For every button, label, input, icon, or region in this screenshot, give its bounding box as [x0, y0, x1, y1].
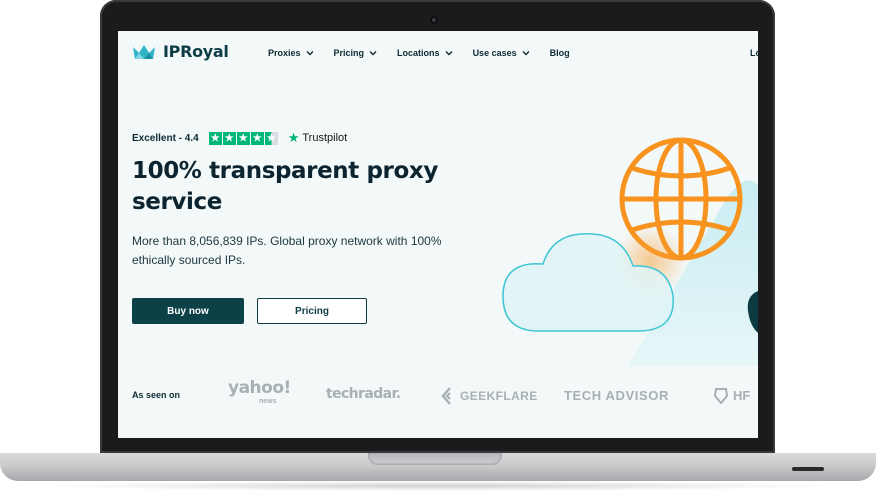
menu-item-label: Pricing	[333, 48, 365, 58]
hf-shield-icon	[713, 388, 729, 405]
crown-icon	[133, 44, 155, 59]
brand-logo[interactable]: IPRoyal	[132, 42, 229, 61]
chevron-down-icon	[306, 51, 314, 56]
laptop-indicator-slot	[792, 467, 824, 471]
brand-name: IPRoyal	[163, 42, 229, 61]
chevron-down-icon	[369, 51, 377, 56]
half-star-icon: ★	[264, 131, 278, 145]
menu-item-label: Blog	[549, 48, 570, 58]
webcam	[430, 16, 438, 24]
hero-subtext: More than 8,056,839 IPs. Global proxy ne…	[132, 234, 442, 267]
yahoo-news-sublabel: news	[259, 398, 277, 405]
login-link[interactable]: Lo	[750, 48, 758, 58]
trustpilot-logo: ★ Trustpilot	[288, 130, 347, 146]
trustpilot-label: Trustpilot	[302, 132, 348, 144]
menu-item-label: Proxies	[268, 48, 301, 58]
menu-item-pricing[interactable]: Pricing	[334, 48, 378, 58]
trustpilot-star-icon: ★	[287, 130, 300, 145]
chevron-down-icon	[522, 51, 530, 56]
menu-item-label: Use cases	[472, 48, 517, 58]
as-seen-on-label: As seen on	[132, 390, 181, 400]
techradar-logo: techradar.	[326, 386, 401, 402]
menu-item-proxies[interactable]: Proxies	[268, 48, 314, 58]
yahoo-news-logo: yahoo!	[228, 378, 291, 398]
buy-now-button[interactable]: Buy now	[132, 298, 244, 324]
chevron-down-icon	[445, 51, 453, 56]
menu-item-use-cases[interactable]: Use cases	[473, 48, 530, 58]
hero-illustration	[502, 137, 758, 366]
rating-stars: ★ ★ ★ ★ ★	[208, 131, 278, 145]
top-navigation: IPRoyal Proxies Pricing Locations Use ca…	[118, 31, 758, 75]
star-icon: ★	[236, 131, 250, 145]
laptop-shadow	[40, 481, 836, 491]
rating-label: Excellent - 4.4	[132, 132, 199, 144]
website-screen: IPRoyal Proxies Pricing Locations Use ca…	[118, 31, 758, 438]
tech-advisor-logo: TECH ADVISOR	[564, 388, 669, 403]
laptop-opening-notch	[368, 453, 502, 465]
menu-item-locations[interactable]: Locations	[397, 48, 453, 58]
hero-headline: 100% transparent proxy service	[132, 158, 438, 215]
hf-logo: HF	[733, 388, 751, 403]
geekflare-icon	[441, 387, 451, 405]
star-icon: ★	[208, 131, 222, 145]
trustpilot-rating[interactable]: Excellent - 4.4 ★ ★ ★ ★ ★ ★ Trustpilot	[132, 130, 347, 146]
laptop-base	[0, 453, 876, 481]
main-menu: Proxies Pricing Locations Use cases Blog	[268, 48, 570, 58]
geekflare-logo: GEEKFLARE	[460, 389, 538, 403]
menu-item-blog[interactable]: Blog	[550, 48, 570, 58]
star-icon: ★	[222, 131, 236, 145]
menu-item-label: Locations	[397, 48, 440, 58]
pricing-button[interactable]: Pricing	[257, 298, 367, 324]
star-icon: ★	[250, 131, 264, 145]
